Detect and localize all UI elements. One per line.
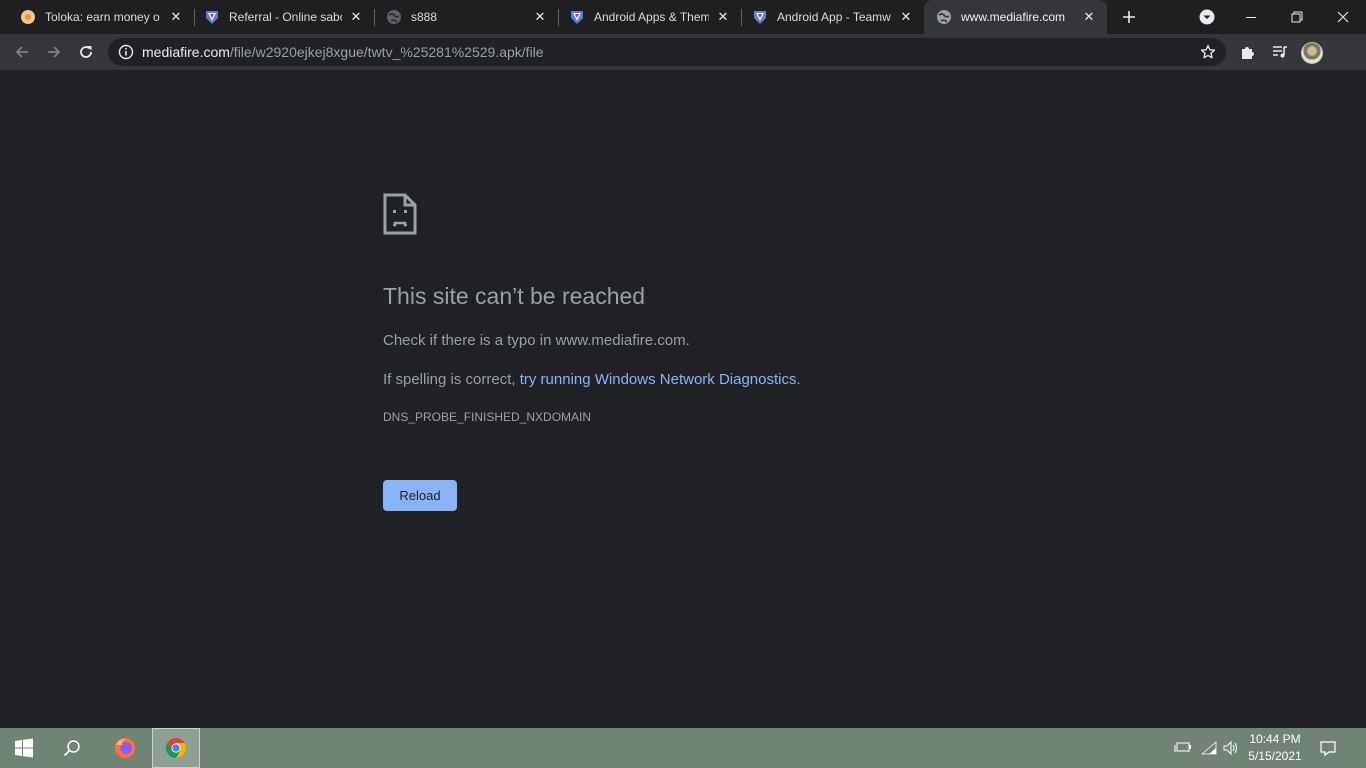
close-tab-icon[interactable]: ✕ bbox=[898, 9, 914, 25]
error-hint-prefix: If spelling is correct, bbox=[383, 371, 520, 388]
tab-android-apps[interactable]: Android Apps & Them ✕ bbox=[557, 0, 741, 34]
windows-taskbar: 10:44 PM 5/15/2021 bbox=[0, 728, 1366, 768]
chrome-taskbar-button[interactable] bbox=[152, 728, 200, 768]
clock-date: 5/15/2021 bbox=[1248, 749, 1302, 763]
network-diagnostics-link[interactable]: try running Windows Network Diagnostics bbox=[520, 371, 797, 388]
arrow-left-icon bbox=[15, 46, 28, 58]
chrome-icon bbox=[166, 738, 186, 758]
error-hint-typo: Check if there is a typo in www.mediafir… bbox=[383, 332, 690, 349]
tab-android-app[interactable]: Android App - Teamw ✕ bbox=[740, 0, 924, 34]
back-button[interactable] bbox=[8, 38, 36, 66]
forward-button[interactable] bbox=[40, 38, 68, 66]
plus-icon bbox=[1123, 11, 1135, 23]
chevron-down-circle-icon bbox=[1199, 9, 1215, 25]
restore-button[interactable] bbox=[1274, 0, 1320, 34]
tab-title: www.mediafire.com bbox=[961, 10, 1066, 24]
toolbar: mediafire.com/file/w2920ejkej8xgue/twtv_… bbox=[0, 34, 1366, 70]
restore-icon bbox=[1291, 11, 1303, 23]
profile-avatar[interactable] bbox=[1301, 42, 1323, 64]
close-window-button[interactable] bbox=[1320, 0, 1366, 34]
error-title: This site can’t be reached bbox=[383, 283, 646, 309]
error-page: This site can’t be reached Check if ther… bbox=[0, 70, 1366, 728]
firefox-taskbar-button[interactable] bbox=[101, 728, 149, 768]
url-host: mediafire.com bbox=[142, 44, 230, 60]
tab-s888[interactable]: s888 ✕ bbox=[374, 0, 558, 34]
tab-title: s888 bbox=[411, 10, 438, 24]
toloka-icon bbox=[20, 9, 36, 25]
reload-icon bbox=[80, 46, 92, 58]
tab-title: Toloka: earn money o bbox=[45, 10, 160, 24]
close-tab-icon[interactable]: ✕ bbox=[715, 9, 731, 25]
minimize-button[interactable] bbox=[1228, 0, 1274, 34]
close-tab-icon[interactable]: ✕ bbox=[1081, 9, 1097, 25]
sad-document-icon bbox=[383, 193, 417, 235]
notifications-button[interactable] bbox=[1310, 728, 1346, 768]
shield-logo-icon bbox=[569, 9, 585, 25]
globe-icon bbox=[936, 9, 952, 25]
extensions-button[interactable] bbox=[1234, 38, 1262, 66]
minimize-icon bbox=[1246, 17, 1256, 18]
tab-title: Referral - Online sabo bbox=[229, 10, 342, 24]
tab-title: Android Apps & Them bbox=[594, 10, 709, 24]
playlist-music-icon bbox=[1273, 46, 1287, 58]
address-bar[interactable]: mediafire.com/file/w2920ejkej8xgue/twtv_… bbox=[108, 38, 1226, 66]
battery-icon[interactable] bbox=[1174, 740, 1192, 756]
tab-strip: Toloka: earn money o ✕ Referral - Online… bbox=[0, 0, 1366, 34]
globe-icon bbox=[386, 9, 402, 25]
bookmark-star-icon[interactable] bbox=[1200, 44, 1216, 60]
close-tab-icon[interactable]: ✕ bbox=[168, 9, 184, 25]
clock-time: 10:44 PM bbox=[1249, 732, 1301, 746]
wifi-icon[interactable] bbox=[1200, 740, 1218, 756]
start-button[interactable] bbox=[0, 728, 48, 768]
firefox-icon bbox=[115, 738, 135, 758]
close-tab-icon[interactable]: ✕ bbox=[532, 9, 548, 25]
error-hint-diagnostics: If spelling is correct, try running Wind… bbox=[383, 371, 801, 388]
search-icon bbox=[63, 740, 80, 757]
tab-search-button[interactable] bbox=[1196, 0, 1218, 34]
search-button[interactable] bbox=[48, 728, 96, 768]
error-code: DNS_PROBE_FINISHED_NXDOMAIN bbox=[383, 410, 592, 424]
url-path: /file/w2920ejkej8xgue/twtv_%25281%2529.a… bbox=[229, 44, 544, 60]
new-tab-button[interactable] bbox=[1116, 0, 1142, 34]
arrow-right-icon bbox=[48, 46, 61, 58]
close-tab-icon[interactable]: ✕ bbox=[348, 9, 364, 25]
windows-logo-icon bbox=[15, 738, 33, 758]
tab-mediafire-active[interactable]: www.mediafire.com ✕ bbox=[924, 0, 1107, 34]
reload-button[interactable]: Reload bbox=[383, 480, 457, 511]
tab-toloka[interactable]: Toloka: earn money o ✕ bbox=[8, 0, 194, 34]
tab-title: Android App - Teamw bbox=[777, 10, 891, 24]
volume-icon[interactable] bbox=[1222, 740, 1240, 756]
shield-logo-icon bbox=[204, 9, 220, 25]
action-center-icon bbox=[1320, 741, 1336, 757]
info-icon[interactable] bbox=[118, 44, 134, 60]
url-text: mediafire.com/file/w2920ejkej8xgue/twtv_… bbox=[142, 44, 544, 60]
reload-toolbar-button[interactable] bbox=[72, 38, 100, 66]
media-control-button[interactable] bbox=[1266, 38, 1294, 66]
error-hint-suffix: . bbox=[796, 371, 801, 388]
tab-referral[interactable]: Referral - Online sabo ✕ bbox=[192, 0, 374, 34]
system-clock[interactable]: 10:44 PM 5/15/2021 bbox=[1244, 731, 1306, 765]
shield-logo-icon bbox=[752, 9, 768, 25]
close-icon bbox=[1337, 11, 1349, 23]
puzzle-piece-icon bbox=[1242, 47, 1254, 59]
